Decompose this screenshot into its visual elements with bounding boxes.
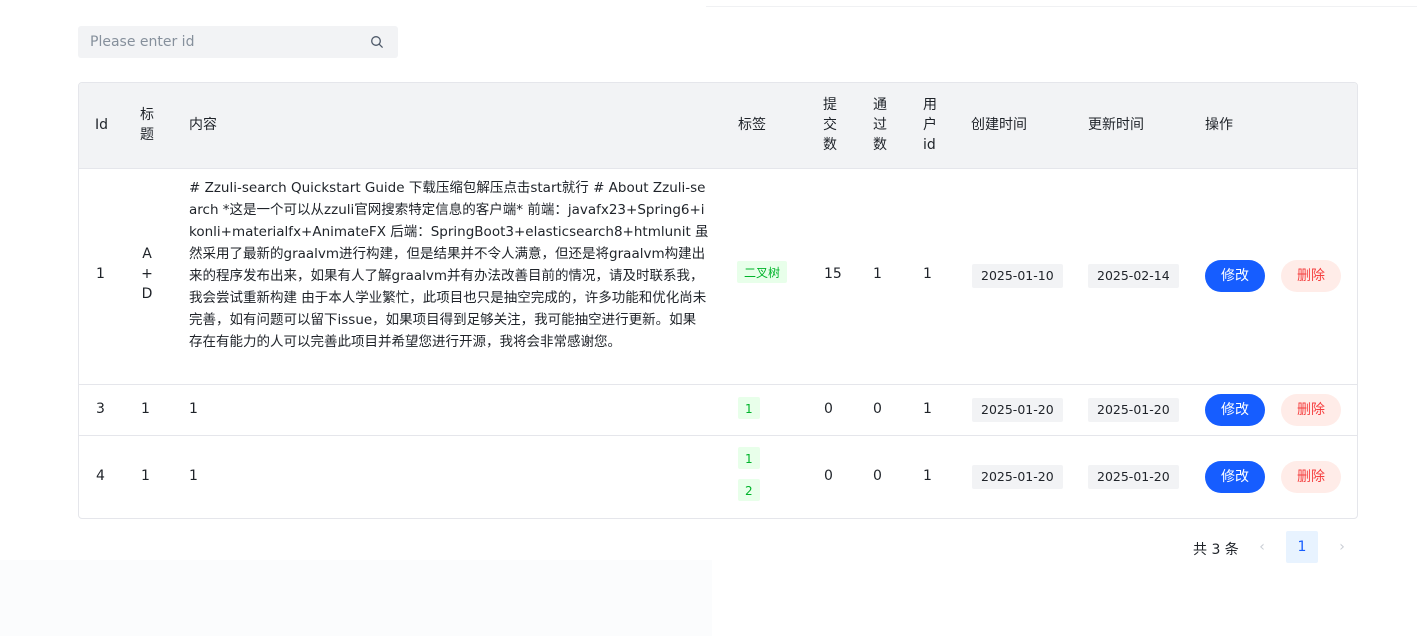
title-char: D: [141, 286, 153, 302]
cell-user-id: 1: [923, 468, 932, 484]
cell-content: # Zzuli-search Quickstart Guide 下载压缩包解压点…: [189, 180, 709, 350]
cell-id: 3: [96, 401, 105, 417]
search-input[interactable]: [78, 26, 370, 58]
header-char: 数: [873, 137, 887, 153]
updated-date: 2025-01-20: [1088, 398, 1179, 422]
created-date: 2025-01-20: [972, 465, 1063, 489]
cell-submit-count: 0: [824, 401, 833, 417]
cell-pass-count: 0: [873, 468, 882, 484]
cell-id: 1: [96, 266, 105, 282]
search-box: [78, 26, 398, 58]
header-char: 户: [923, 117, 937, 133]
delete-button[interactable]: 删除: [1281, 461, 1341, 493]
table-row: 3 1 1 1 0 0 1 2025-01-20 2025-01-20 修改 删…: [79, 385, 1357, 436]
cell-pass-count: 0: [873, 401, 882, 417]
cell-user-id: 1: [923, 266, 932, 282]
header-char: 交: [823, 117, 837, 133]
header-char: 用: [923, 97, 937, 113]
tag-badge: 1: [738, 447, 760, 469]
header-title: 标 题: [139, 105, 155, 145]
delete-button[interactable]: 删除: [1281, 394, 1341, 426]
header-created: 创建时间: [971, 117, 1027, 133]
created-date: 2025-01-10: [972, 264, 1063, 288]
header-char: id: [923, 137, 936, 153]
cell-title: 1: [141, 468, 150, 484]
created-date: 2025-01-20: [972, 398, 1063, 422]
header-actions: 操作: [1205, 117, 1233, 133]
cell-title: A + D: [139, 244, 155, 304]
cell-title: 1: [141, 401, 150, 417]
title-char: +: [141, 266, 153, 282]
header-user-id: 用 户 id: [923, 95, 937, 155]
delete-button[interactable]: 删除: [1281, 260, 1341, 292]
chevron-right-icon[interactable]: ›: [1335, 538, 1349, 556]
tag-badge: 1: [738, 397, 760, 419]
cell-user-id: 1: [923, 401, 932, 417]
edit-button[interactable]: 修改: [1205, 394, 1265, 426]
data-table: Id 标 题 内容 标签 提 交 数 通 过 数 用 户 id 创建时间 更新时…: [78, 82, 1358, 519]
chevron-left-icon[interactable]: ‹: [1255, 538, 1269, 556]
search-icon[interactable]: [370, 35, 384, 49]
header-char: 提: [823, 97, 837, 113]
cell-content: 1: [189, 401, 198, 417]
header-updated: 更新时间: [1088, 117, 1144, 133]
header-title-char: 标: [140, 107, 154, 123]
cell-id: 4: [96, 468, 105, 484]
header-tags: 标签: [738, 117, 766, 133]
header-id: Id: [95, 117, 109, 133]
header-content: 内容: [189, 117, 217, 133]
tag-badge: 二叉树: [737, 261, 788, 283]
cell-submit-count: 15: [824, 266, 842, 282]
edit-button[interactable]: 修改: [1205, 260, 1265, 292]
pagination-total: 共 3 条: [1193, 542, 1239, 558]
cell-submit-count: 0: [824, 468, 833, 484]
tag-badge: 2: [738, 479, 760, 501]
table-row: 1 A + D # Zzuli-search Quickstart Guide …: [79, 168, 1357, 385]
header-title-char: 题: [140, 127, 154, 143]
top-divider: [706, 6, 1417, 7]
header-pass-count: 通 过 数: [873, 95, 887, 155]
header-submit-count: 提 交 数: [823, 95, 837, 155]
header-char: 通: [873, 97, 887, 113]
table-row: 4 1 1 1 2 0 0 1 2025-01-20 2025-01-20 修改…: [79, 436, 1357, 518]
updated-date: 2025-01-20: [1088, 465, 1179, 489]
pagination-page-current[interactable]: 1: [1286, 531, 1318, 563]
background-panel: [0, 560, 712, 636]
edit-button[interactable]: 修改: [1205, 461, 1265, 493]
cell-content: 1: [189, 468, 198, 484]
cell-pass-count: 1: [873, 266, 882, 282]
header-char: 过: [873, 117, 887, 133]
table-header: Id 标 题 内容 标签 提 交 数 通 过 数 用 户 id 创建时间 更新时…: [79, 83, 1357, 169]
updated-date: 2025-02-14: [1088, 264, 1179, 288]
title-char: A: [142, 246, 152, 262]
header-char: 数: [823, 137, 837, 153]
